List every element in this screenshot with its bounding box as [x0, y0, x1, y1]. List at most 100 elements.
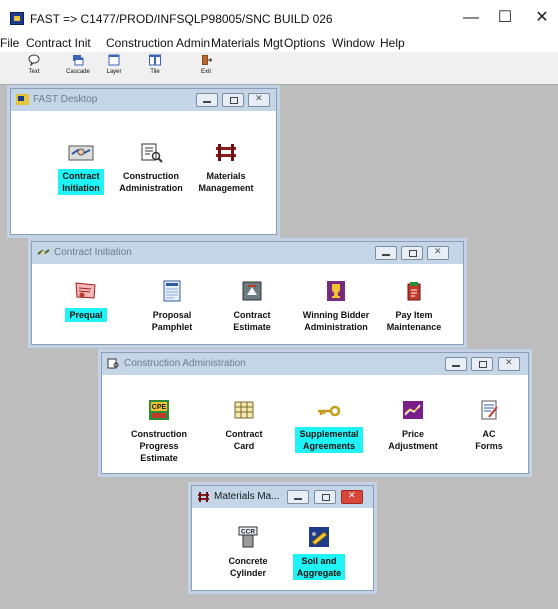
text-button[interactable]: Text	[17, 54, 51, 84]
ca-item-label: AC Forms	[475, 429, 503, 451]
app-logo-icon	[10, 12, 24, 25]
toolbar: Text Cascade Layer Tile Exit	[0, 52, 558, 85]
certificate-icon	[75, 282, 96, 299]
app-title: FAST => C1477/PROD/INFSQLP98005/SNC BUIL…	[30, 12, 333, 26]
fast-desktop-title: FAST Desktop	[33, 94, 98, 105]
fast-desktop-maximize-button[interactable]	[222, 93, 244, 107]
ca-item-ac-forms[interactable]: AC Forms	[444, 399, 534, 454]
contract-initiation-close-button[interactable]	[427, 246, 449, 260]
ca-item-label: Contract Card	[225, 429, 263, 451]
materials-management-minimize-button[interactable]	[287, 490, 309, 504]
estimate-icon	[242, 281, 262, 301]
layer-icon	[108, 54, 120, 66]
contract-initiation-maximize-button[interactable]	[401, 246, 423, 260]
fast-desktop-window: FAST Desktop Contract Initiation Constru…	[10, 88, 277, 235]
ca-item-label: Price Adjustment	[388, 429, 438, 451]
ci-item-contract-estimate[interactable]: Contract Estimate	[207, 280, 297, 335]
ci-item-pay-item-maintenance[interactable]: Pay Item Maintenance	[369, 280, 459, 335]
construction-admin-titlebar: Construction Administration	[102, 353, 528, 375]
contract-initiation-title: Contract Initiation	[54, 247, 132, 258]
exit-door-icon	[202, 55, 212, 65]
materials-management-maximize-button[interactable]	[314, 490, 336, 504]
key-icon	[318, 405, 341, 417]
ca-item-label: Construction Progress Estimate	[131, 429, 187, 463]
ci-item-prequal[interactable]: Prequal	[41, 280, 131, 323]
desktop-item-materials-management[interactable]: Materials Management	[181, 141, 271, 196]
cascade-icon	[73, 55, 84, 66]
ca-item-supplemental-agreements[interactable]: Supplemental Agreements	[284, 399, 374, 454]
close-button[interactable]: ✕	[528, 8, 556, 28]
handshake-icon	[68, 145, 94, 161]
materials-management-close-button[interactable]	[341, 490, 363, 504]
text-balloon-icon	[28, 54, 40, 66]
menu-contract-init[interactable]: Contract Init	[26, 36, 91, 50]
materials-management-title: Materials Ma...	[214, 491, 280, 502]
svg-text:CPE: CPE	[152, 404, 167, 411]
menu-bar: File Contract Init Construction Admin Ma…	[0, 34, 558, 52]
fast-desktop-titlebar: FAST Desktop	[11, 89, 276, 111]
barrier-icon	[216, 144, 236, 161]
text-label: Text	[28, 69, 40, 75]
ca-item-label: Supplemental Agreements	[295, 427, 363, 453]
ci-item-winning-bidder[interactable]: Winning Bidder Administration	[291, 280, 381, 335]
ci-item-label: Contract Estimate	[233, 310, 271, 332]
ci-item-label: Pay Item Maintenance	[386, 310, 442, 332]
exit-button[interactable]: Exit	[189, 54, 223, 84]
construction-admin-minimize-button[interactable]	[445, 357, 467, 371]
svg-text:CCR: CCR	[241, 529, 255, 536]
ci-item-label: Prequal	[65, 308, 107, 322]
contract-card-icon	[234, 401, 254, 419]
tile-label: Tile	[150, 69, 160, 75]
tile-button[interactable]: Tile	[138, 54, 172, 84]
minimize-button[interactable]: —	[457, 8, 485, 28]
soil-aggregate-icon	[309, 527, 329, 547]
fast-desktop-icon	[16, 94, 29, 105]
pay-item-icon	[407, 282, 421, 301]
ca-item-contract-card[interactable]: Contract Card	[199, 399, 289, 454]
mm-item-label: Concrete Cylinder	[228, 556, 268, 578]
materials-management-window: Materials Ma... CCR Concrete Cylinder So…	[191, 485, 374, 591]
ac-forms-icon	[481, 400, 498, 420]
pamphlet-icon	[163, 280, 181, 302]
materials-management-titlebar: Materials Ma...	[192, 486, 373, 508]
trophy-icon	[327, 281, 345, 301]
desktop-item-label: Contract Initiation	[58, 169, 104, 195]
price-chart-icon	[403, 401, 423, 419]
contract-initiation-window: Contract Initiation Prequal Proposal Pam…	[31, 241, 464, 345]
mm-item-label: Soil and Aggregate	[292, 554, 346, 580]
contract-initiation-minimize-button[interactable]	[375, 246, 397, 260]
fast-desktop-close-button[interactable]	[248, 93, 270, 107]
menu-materials-mgt[interactable]: Materials Mgt	[211, 36, 283, 50]
ci-item-label: Proposal Pamphlet	[151, 310, 193, 332]
cascade-button[interactable]: Cascade	[61, 54, 95, 84]
layer-button[interactable]: Layer	[97, 54, 131, 84]
construction-admin-maximize-button[interactable]	[471, 357, 493, 371]
book-magnifier-icon	[141, 143, 163, 163]
contract-initiation-titlebar: Contract Initiation	[32, 242, 463, 264]
menu-window[interactable]: Window	[332, 36, 375, 50]
cpe-icon: CPE	[149, 400, 169, 420]
tile-icon	[149, 54, 161, 66]
fast-desktop-minimize-button[interactable]	[196, 93, 218, 107]
cascade-label: Cascade	[66, 69, 90, 75]
construction-admin-window: Construction Administration CPE Construc…	[101, 352, 529, 474]
ci-item-label: Winning Bidder Administration	[302, 310, 370, 332]
app-titlebar: FAST => C1477/PROD/INFSQLP98005/SNC BUIL…	[0, 0, 558, 34]
layer-label: Layer	[106, 69, 122, 75]
book-small-icon	[107, 358, 119, 369]
ci-item-proposal-pamphlet[interactable]: Proposal Pamphlet	[127, 280, 217, 335]
handshake-small-icon	[37, 249, 50, 255]
desktop-item-label: Construction Administration	[119, 171, 183, 193]
menu-options[interactable]: Options	[284, 36, 325, 50]
barrier-small-icon	[198, 492, 209, 502]
maximize-button[interactable]: ☐	[491, 8, 519, 28]
menu-construction-admin[interactable]: Construction Admin	[106, 36, 210, 50]
menu-file[interactable]: File	[0, 36, 19, 50]
ca-item-construction-progress-estimate[interactable]: CPE Construction Progress Estimate	[114, 399, 204, 466]
menu-help[interactable]: Help	[380, 36, 405, 50]
construction-admin-close-button[interactable]	[498, 357, 520, 371]
construction-admin-title: Construction Administration	[124, 358, 246, 369]
mm-item-soil-and-aggregate[interactable]: Soil and Aggregate	[274, 526, 364, 581]
desktop-item-label: Materials Management	[198, 171, 254, 193]
ccr-cylinder-icon: CCR	[238, 526, 258, 548]
